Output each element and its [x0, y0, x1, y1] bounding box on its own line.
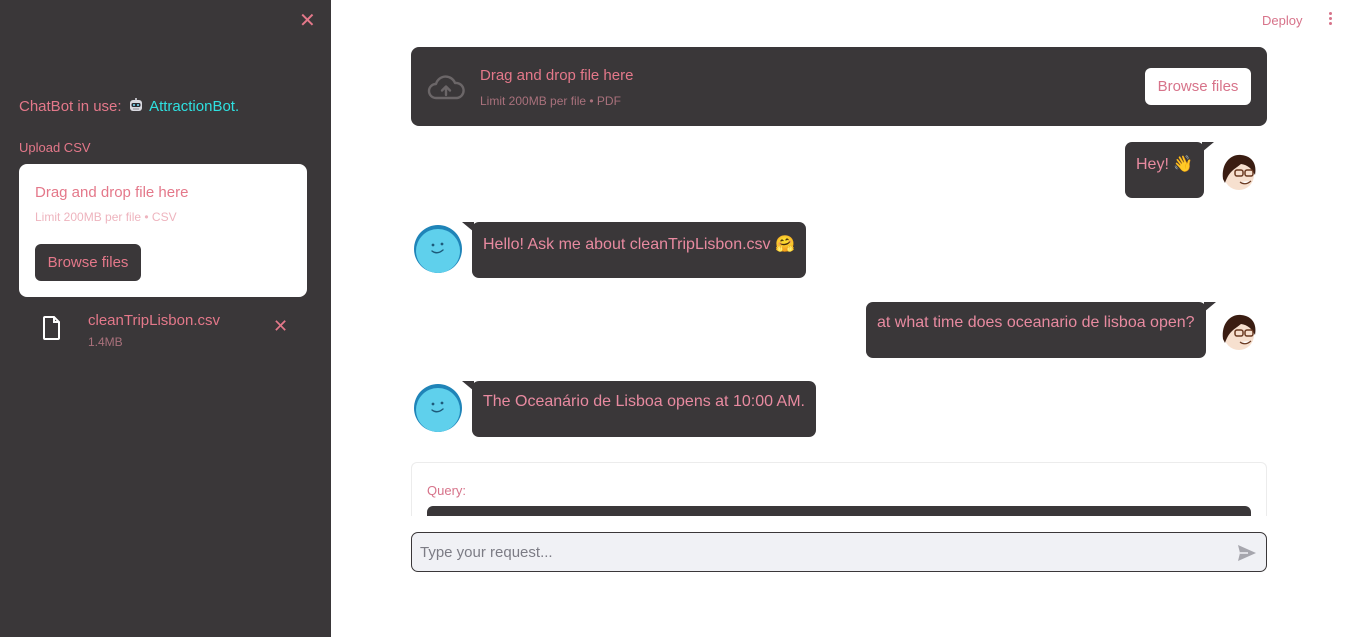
chatbot-in-use: ChatBot in use: AttractionBot. — [19, 97, 239, 115]
csv-dropzone[interactable]: Drag and drop file here Limit 200MB per … — [19, 164, 307, 297]
pdf-browse-files-button[interactable]: Browse files — [1145, 68, 1251, 105]
cloud-upload-icon — [427, 75, 465, 100]
more-menu-icon[interactable] — [1325, 12, 1335, 28]
query-label: Query: — [427, 483, 467, 498]
pdf-dropzone-limit: Limit 200MB per file • PDF — [480, 94, 621, 108]
uploaded-file-item: cleanTripLisbon.csv 1.4MB ✕ — [19, 308, 307, 352]
remove-file-icon[interactable]: ✕ — [273, 317, 288, 335]
csv-dropzone-title: Drag and drop file here — [35, 184, 189, 201]
chat-input-box — [411, 532, 1267, 572]
close-sidebar-icon[interactable]: ✕ — [299, 11, 316, 31]
user-message: Hey! 👋 — [1125, 142, 1215, 198]
bot-avatar — [414, 225, 462, 273]
user-avatar — [1222, 154, 1256, 190]
user-avatar — [1222, 314, 1256, 350]
query-code-block — [427, 506, 1251, 516]
chatbot-prefix: ChatBot in use: — [19, 98, 122, 115]
robot-icon — [129, 98, 142, 111]
send-icon[interactable] — [1237, 544, 1257, 562]
upload-csv-label: Upload CSV — [19, 140, 91, 155]
deploy-button[interactable]: Deploy — [1262, 13, 1302, 28]
pdf-dropzone-title: Drag and drop file here — [480, 67, 634, 84]
bot-avatar — [414, 384, 462, 432]
assistant-message: The Oceanário de Lisboa opens at 10:00 A… — [462, 381, 816, 437]
user-message: at what time does oceanario de lisboa op… — [866, 302, 1216, 358]
pdf-dropzone[interactable]: Drag and drop file here Limit 200MB per … — [411, 47, 1267, 126]
file-size: 1.4MB — [88, 335, 123, 349]
csv-browse-files-button[interactable]: Browse files — [35, 244, 141, 281]
sidebar: ✕ ChatBot in use: AttractionBot. Upload … — [0, 0, 331, 637]
file-name: cleanTripLisbon.csv — [88, 312, 221, 329]
csv-dropzone-limit: Limit 200MB per file • CSV — [35, 210, 177, 224]
query-expander[interactable]: Query: — [411, 462, 1267, 516]
bot-name: AttractionBot. — [149, 98, 240, 115]
assistant-message: Hello! Ask me about cleanTripLisbon.csv … — [462, 222, 806, 278]
chat-input[interactable] — [420, 533, 1220, 571]
file-icon — [43, 316, 60, 340]
